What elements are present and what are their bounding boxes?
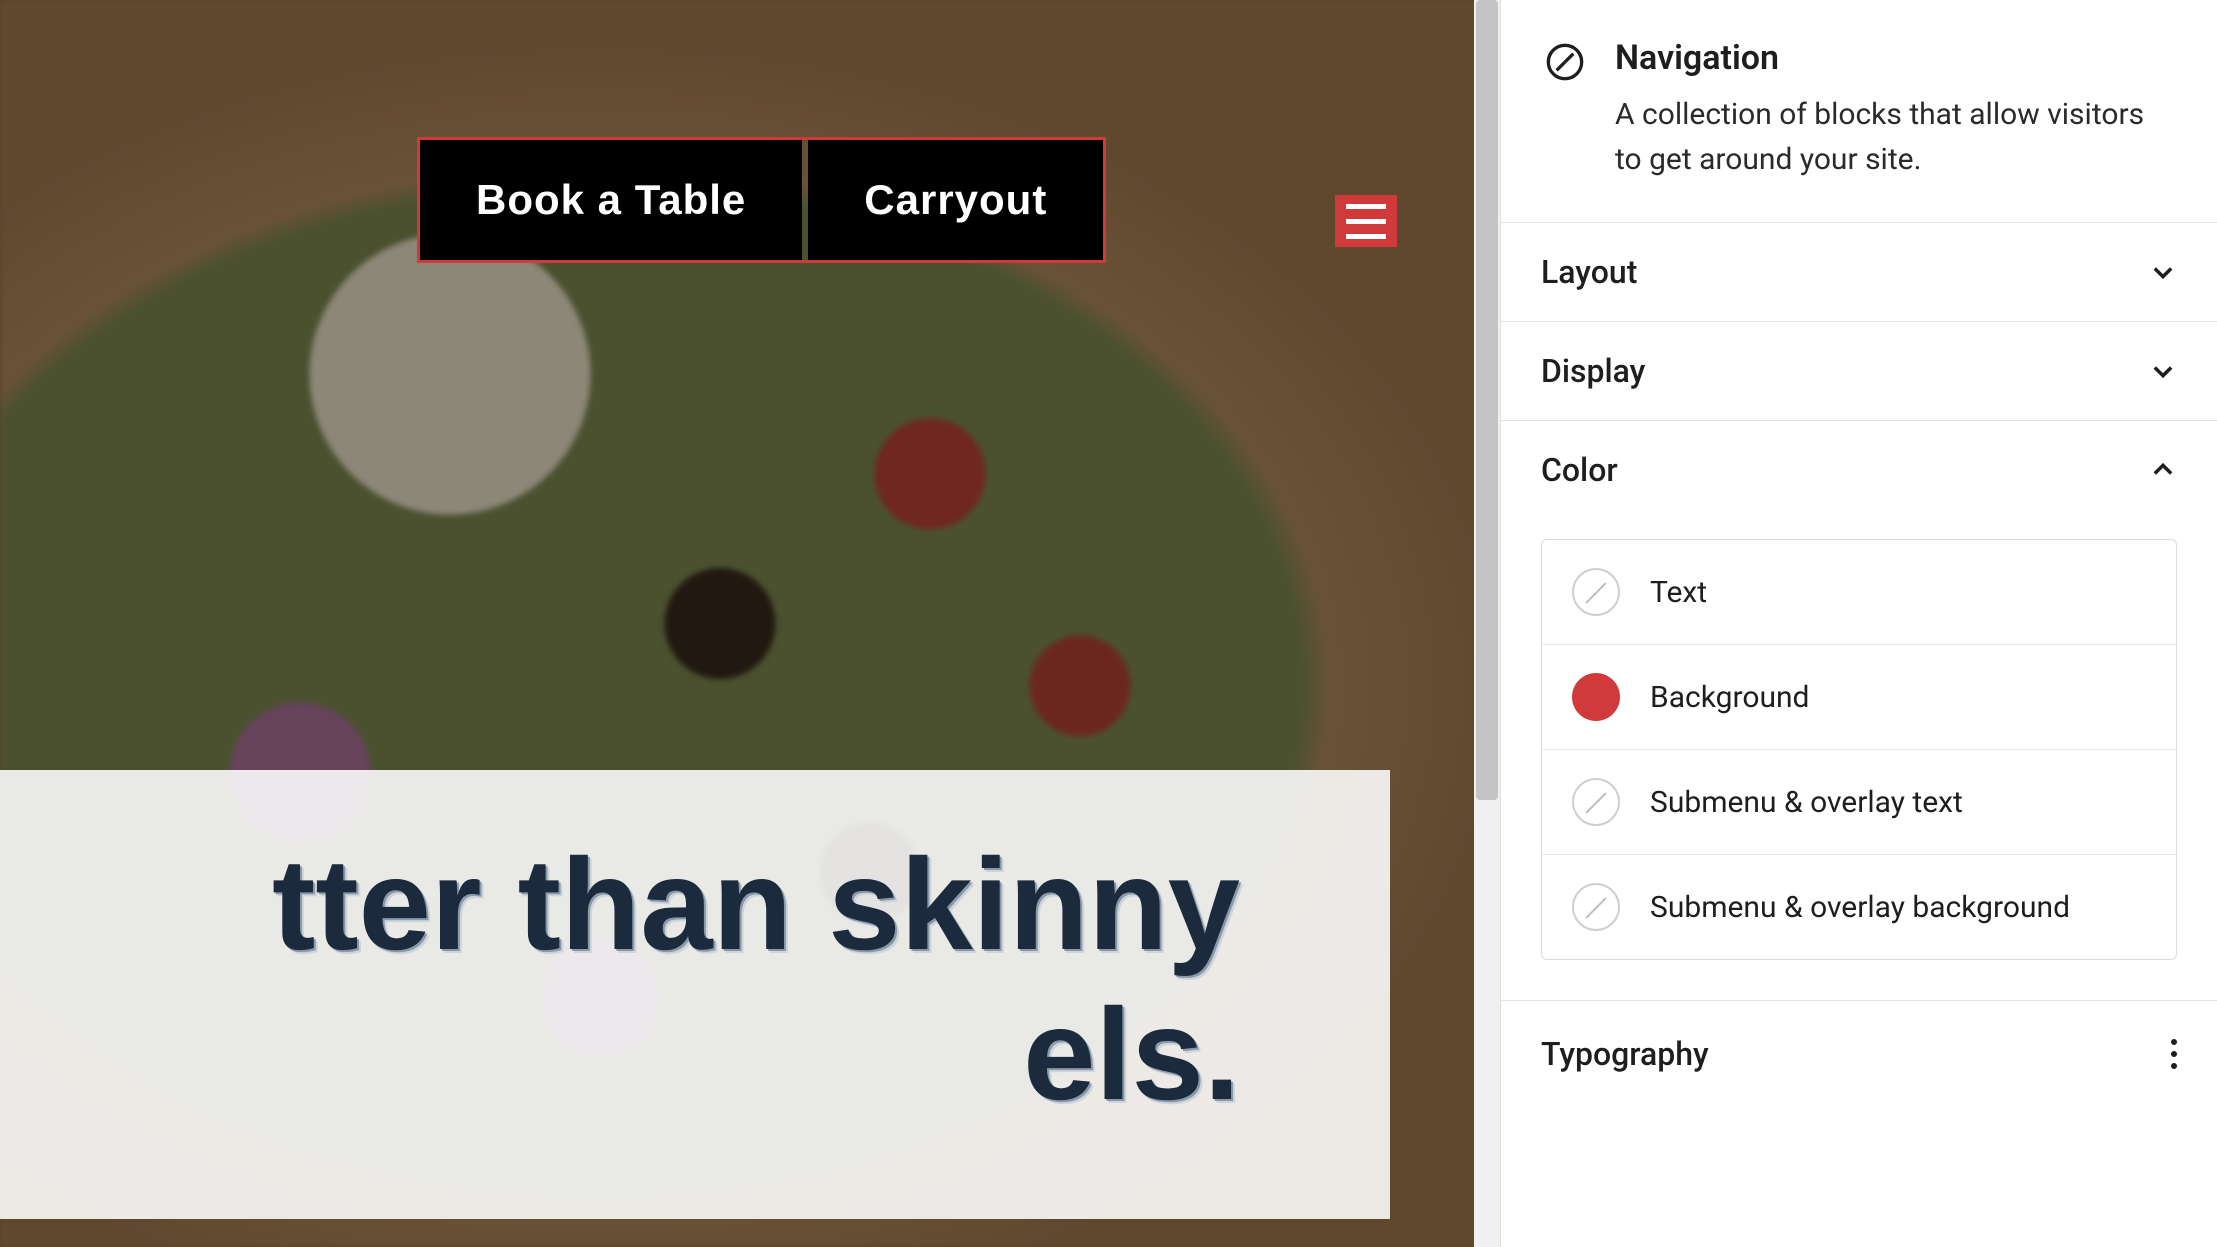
panel-display-label: Display — [1541, 352, 1645, 390]
panel-display[interactable]: Display — [1501, 321, 2217, 420]
mobile-menu-toggle-icon[interactable] — [1335, 195, 1397, 247]
color-option-label: Background — [1650, 680, 1809, 715]
block-settings-sidebar: Navigation A collection of blocks that a… — [1500, 0, 2217, 1247]
color-swatch-unset — [1572, 778, 1620, 826]
preview-scrollbar-track[interactable] — [1474, 0, 1500, 1247]
block-title: Navigation — [1615, 38, 2177, 78]
color-options-list: Text Background Submenu & overlay text S… — [1541, 539, 2177, 960]
color-option-label: Submenu & overlay text — [1650, 785, 1963, 820]
more-options-icon[interactable] — [2171, 1039, 2177, 1069]
chevron-down-icon — [2149, 357, 2177, 385]
block-header: Navigation A collection of blocks that a… — [1501, 38, 2217, 222]
chevron-down-icon — [2149, 258, 2177, 286]
nav-button-carryout[interactable]: Carryout — [808, 140, 1103, 260]
color-swatch-unset — [1572, 883, 1620, 931]
color-swatch-unset — [1572, 568, 1620, 616]
hero-headline-text: tter than skinny els. — [0, 830, 1350, 1129]
panel-color[interactable]: Color — [1501, 420, 2217, 519]
color-option-label: Submenu & overlay background — [1650, 890, 2070, 925]
color-swatch-set — [1572, 673, 1620, 721]
color-option-submenu-text[interactable]: Submenu & overlay text — [1542, 749, 2176, 854]
hero-headline-container: tter than skinny els. — [0, 770, 1390, 1219]
nav-button-book-a-table[interactable]: Book a Table — [420, 140, 802, 260]
editor-preview-canvas: Book a Table Carryout tter than skinny e… — [0, 0, 1500, 1247]
panel-layout-label: Layout — [1541, 253, 1637, 291]
color-option-text[interactable]: Text — [1542, 540, 2176, 644]
panel-layout[interactable]: Layout — [1501, 222, 2217, 321]
navigation-block-icon — [1545, 42, 1585, 82]
color-option-label: Text — [1650, 575, 1707, 610]
navigation-block-selected[interactable]: Book a Table Carryout — [420, 140, 1103, 260]
panel-color-label: Color — [1541, 451, 1618, 489]
panel-typography-label: Typography — [1541, 1035, 1709, 1073]
preview-scrollbar-thumb[interactable] — [1476, 0, 1498, 800]
color-option-submenu-background[interactable]: Submenu & overlay background — [1542, 854, 2176, 959]
panel-typography[interactable]: Typography — [1501, 1000, 2217, 1073]
color-option-background[interactable]: Background — [1542, 644, 2176, 749]
block-description: A collection of blocks that allow visito… — [1615, 92, 2177, 182]
chevron-up-icon — [2149, 456, 2177, 484]
